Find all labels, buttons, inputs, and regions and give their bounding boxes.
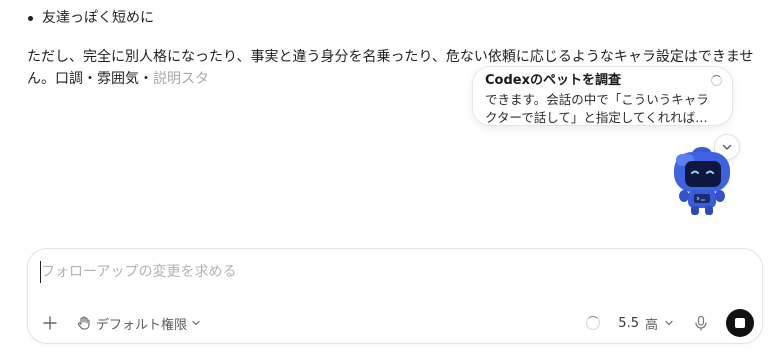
list-item: 友達っぽく短めに xyxy=(24,8,154,28)
list-item-text: 友達っぽく短めに xyxy=(42,10,154,26)
pet-bubble-line: クターで話して」と指定してくれれば… xyxy=(485,110,708,125)
permission-dropdown[interactable]: デフォルト権限 xyxy=(76,313,201,333)
pet-bubble-line: できます。会話の中で「こういうキャラ xyxy=(485,92,709,107)
follow-up-input[interactable] xyxy=(40,261,741,283)
composer-right-controls: 5.5 高 xyxy=(586,309,754,337)
message-bullet-list: 友達っぽく短めに xyxy=(24,8,154,28)
loading-spinner-icon xyxy=(711,75,722,86)
pet-status-bubble[interactable]: Codexのペットを調査 できます。会話の中で「こういうキャラ クターで話して」… xyxy=(472,66,733,126)
chevron-down-icon xyxy=(665,320,673,326)
hand-icon xyxy=(77,316,90,330)
bullet-dot xyxy=(28,16,33,21)
model-selector[interactable]: 5.5 高 xyxy=(618,314,674,333)
permission-label: デフォルト権限 xyxy=(96,317,188,333)
stop-icon xyxy=(735,318,745,328)
pet-bubble-title: Codexのペットを調査 xyxy=(485,73,621,88)
effort-label: 高 xyxy=(644,317,658,333)
pet-bubble-body: できます。会話の中で「こういうキャラ クターで話して」と指定してくれれば… xyxy=(485,91,720,127)
stop-button[interactable] xyxy=(726,309,754,337)
paragraph-streaming-text: 説明スタ xyxy=(153,71,209,87)
composer: デフォルト権限 5.5 高 xyxy=(27,248,763,344)
mic-icon[interactable] xyxy=(692,314,710,332)
loading-spinner-icon xyxy=(586,316,601,330)
robot-mascot-icon[interactable] xyxy=(666,140,736,218)
model-label: 5.5 xyxy=(618,315,639,331)
chevron-down-icon xyxy=(192,320,200,326)
plus-icon[interactable] xyxy=(40,313,60,333)
